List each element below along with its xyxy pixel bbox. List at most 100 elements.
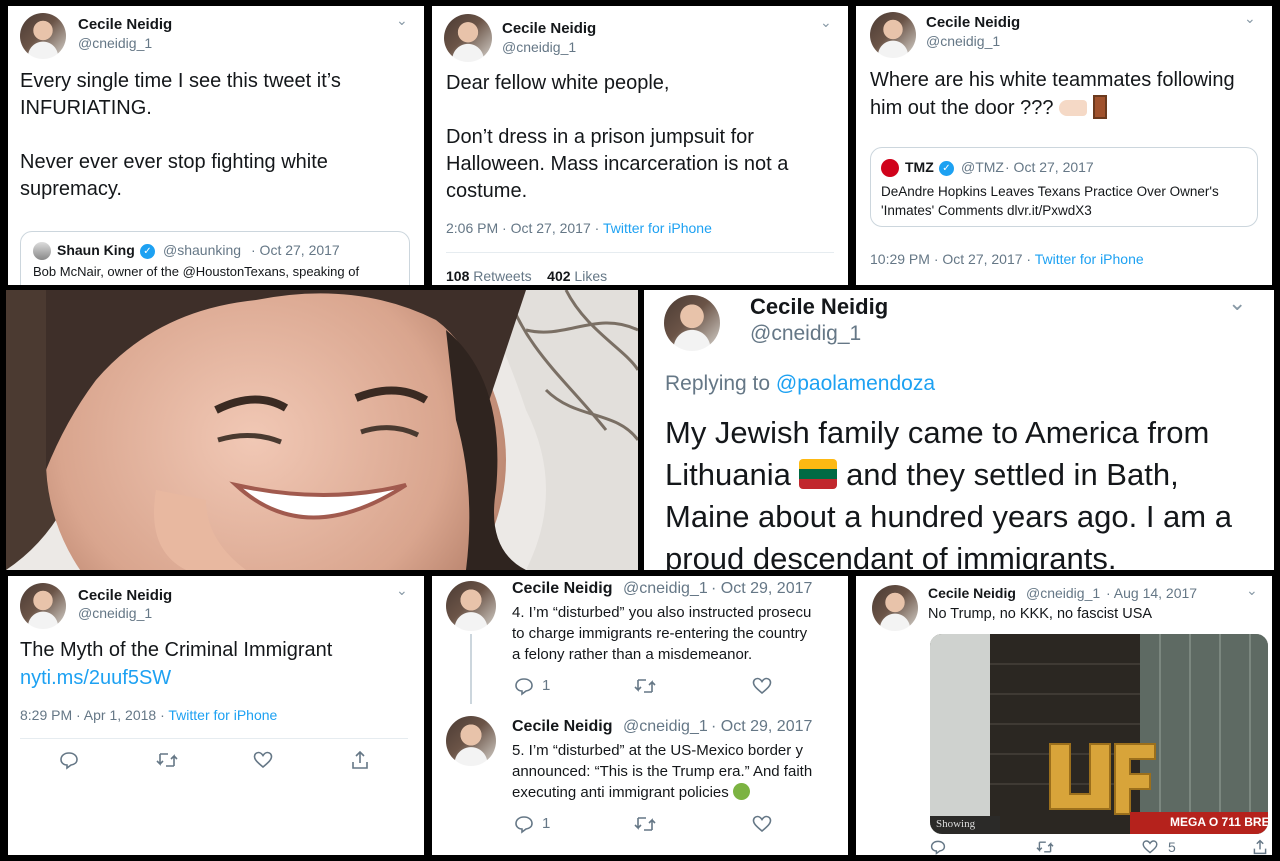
- tweet-timestamp: 10:29 PM · Oct 27, 2017 · Twitter for iP…: [870, 251, 1144, 267]
- tweet-text: Dear fellow white people, Don’t dress in…: [446, 72, 789, 202]
- reply-count: 1: [542, 815, 551, 832]
- reply-icon[interactable]: [59, 750, 79, 770]
- avatar[interactable]: [446, 716, 496, 766]
- tweet-date[interactable]: · Oct 29, 2017: [711, 580, 812, 598]
- user-handle[interactable]: @cneidig_1: [623, 580, 708, 598]
- tweet-timestamp: 8:29 PM · Apr 1, 2018 · Twitter for iPho…: [20, 707, 277, 723]
- retweet-icon[interactable]: [1036, 839, 1054, 855]
- quoted-user-handle: @shaunking: [163, 242, 242, 258]
- share-icon[interactable]: [1252, 839, 1268, 855]
- photo-drawing: [930, 634, 1268, 834]
- user-handle[interactable]: @cneidig_1: [623, 718, 708, 736]
- replying-to: Replying to @paolamendoza: [665, 372, 935, 396]
- tweet-text: The Myth of the Criminal Immigrant: [20, 639, 333, 661]
- chevron-down-icon[interactable]: ⌄: [396, 582, 408, 599]
- avatar[interactable]: [664, 295, 720, 351]
- retweet-icon[interactable]: [156, 750, 178, 770]
- avatar[interactable]: [20, 13, 66, 59]
- user-name[interactable]: Cecile Neidig: [926, 14, 1020, 31]
- time-text[interactable]: 10:29 PM · Oct 27, 2017 ·: [870, 251, 1035, 267]
- retweets-count: 108: [446, 268, 470, 284]
- chevron-down-icon[interactable]: ⌄: [1246, 582, 1258, 599]
- photo-caption-left: Showing: [936, 818, 976, 830]
- nauseated-face-icon: [732, 783, 750, 800]
- avatar[interactable]: [446, 581, 496, 631]
- quoted-user-handle: @TMZ: [961, 159, 1004, 175]
- likes-count: 402: [547, 268, 571, 284]
- user-name[interactable]: Cecile Neidig: [78, 587, 172, 604]
- user-handle[interactable]: @cneidig_1: [502, 39, 576, 55]
- user-handle[interactable]: @cneidig_1: [1026, 585, 1100, 601]
- quoted-user-name: TMZ: [905, 159, 934, 175]
- divider: [20, 738, 408, 739]
- tweet-body: Where are his white teammates following …: [870, 69, 1235, 119]
- chevron-down-icon[interactable]: ⌄: [1244, 10, 1256, 27]
- tweet-panel-7: Cecile Neidig @cneidig_1 · Oct 29, 2017 …: [432, 576, 848, 855]
- avatar[interactable]: [872, 585, 918, 631]
- photo-caption-right: MEGA O 711 BRE: [1170, 815, 1268, 829]
- user-name[interactable]: Cecile Neidig: [750, 294, 888, 320]
- quoted-date: · Oct 27, 2017: [1005, 159, 1094, 175]
- tweet-panel-3: Cecile Neidig @cneidig_1 ⌄ Where are his…: [856, 6, 1272, 285]
- article-link[interactable]: nyti.ms/2uuf5SW: [20, 667, 171, 690]
- replying-label: Replying to: [665, 372, 776, 395]
- source-link[interactable]: Twitter for iPhone: [168, 707, 277, 723]
- tweet-text: Where are his white teammates following …: [870, 66, 1270, 122]
- avatar[interactable]: [870, 12, 916, 58]
- tweet-timestamp: 2:06 PM · Oct 27, 2017 · Twitter for iPh…: [446, 220, 712, 236]
- reply-icon[interactable]: [930, 839, 946, 855]
- quoted-tweet[interactable]: Shaun King ✓ @shaunking · Oct 27, 2017 B…: [20, 231, 410, 285]
- divider: [446, 252, 834, 253]
- user-handle[interactable]: @cneidig_1: [78, 35, 152, 51]
- thread-line: [470, 634, 472, 704]
- photo-drawing: [6, 290, 638, 570]
- tweet-panel-2: Cecile Neidig @cneidig_1 ⌄ Dear fellow w…: [432, 6, 848, 285]
- avatar[interactable]: [444, 14, 492, 62]
- tweet-panel-1: Cecile Neidig @cneidig_1 ⌄ Every single …: [8, 6, 424, 285]
- like-icon[interactable]: [1142, 839, 1158, 855]
- tweet-text: No Trump, no KKK, no fascist USA: [928, 606, 1153, 622]
- user-name[interactable]: Cecile Neidig: [928, 585, 1016, 601]
- quoted-tweet[interactable]: TMZ ✓ @TMZ · Oct 27, 2017 DeAndre Hopkin…: [870, 147, 1258, 227]
- tweet-panel-6: Cecile Neidig @cneidig_1 ⌄ The Myth of t…: [8, 576, 424, 855]
- door-icon: [1092, 95, 1107, 119]
- tweet-text: Every single time I see this tweet it’s …: [20, 70, 341, 200]
- like-icon[interactable]: [752, 814, 772, 834]
- share-icon[interactable]: [350, 750, 370, 770]
- chevron-down-icon[interactable]: ⌄: [820, 14, 832, 31]
- verified-icon: ✓: [939, 161, 954, 176]
- retweets-label: Retweets: [473, 268, 532, 284]
- tweet-date[interactable]: · Aug 14, 2017: [1106, 585, 1197, 601]
- reply-handle-link[interactable]: @paolamendoza: [776, 372, 935, 395]
- user-name[interactable]: Cecile Neidig: [78, 16, 172, 33]
- user-name[interactable]: Cecile Neidig: [502, 20, 596, 37]
- chevron-down-icon[interactable]: ⌄: [396, 12, 408, 29]
- reply-icon[interactable]: [514, 814, 534, 834]
- tweet-panel-5: Cecile Neidig @cneidig_1 ⌄ Replying to @…: [644, 290, 1274, 570]
- tweet-stats[interactable]: 108 Retweets 402 Likes: [446, 268, 607, 284]
- reply-icon[interactable]: [514, 676, 534, 696]
- reply-count: 1: [542, 677, 551, 694]
- source-link[interactable]: Twitter for iPhone: [603, 220, 712, 236]
- user-handle[interactable]: @cneidig_1: [750, 322, 861, 346]
- user-handle[interactable]: @cneidig_1: [926, 33, 1000, 49]
- like-icon[interactable]: [752, 676, 772, 696]
- source-link[interactable]: Twitter for iPhone: [1035, 251, 1144, 267]
- profile-photo: [6, 290, 638, 570]
- time-text[interactable]: 8:29 PM · Apr 1, 2018 ·: [20, 707, 168, 723]
- flag-lithuania-icon: [799, 459, 838, 489]
- user-handle[interactable]: @cneidig_1: [78, 605, 152, 621]
- retweet-icon[interactable]: [634, 814, 656, 834]
- tweet-text: 5. I’m “disturbed” at the US-Mexico bord…: [512, 740, 812, 803]
- user-name[interactable]: Cecile Neidig: [512, 718, 612, 736]
- chevron-down-icon[interactable]: ⌄: [1228, 290, 1246, 316]
- quoted-text: Bob McNair, owner of the @HoustonTexans,…: [33, 264, 360, 279]
- tweet-photo[interactable]: Showing MEGA O 711 BRE: [930, 634, 1268, 834]
- avatar[interactable]: [20, 583, 66, 629]
- user-name[interactable]: Cecile Neidig: [512, 580, 612, 598]
- time-text[interactable]: 2:06 PM · Oct 27, 2017 ·: [446, 220, 603, 236]
- quoted-date: · Oct 27, 2017: [251, 242, 340, 258]
- tweet-date[interactable]: · Oct 29, 2017: [711, 718, 812, 736]
- retweet-icon[interactable]: [634, 676, 656, 696]
- like-icon[interactable]: [253, 750, 273, 770]
